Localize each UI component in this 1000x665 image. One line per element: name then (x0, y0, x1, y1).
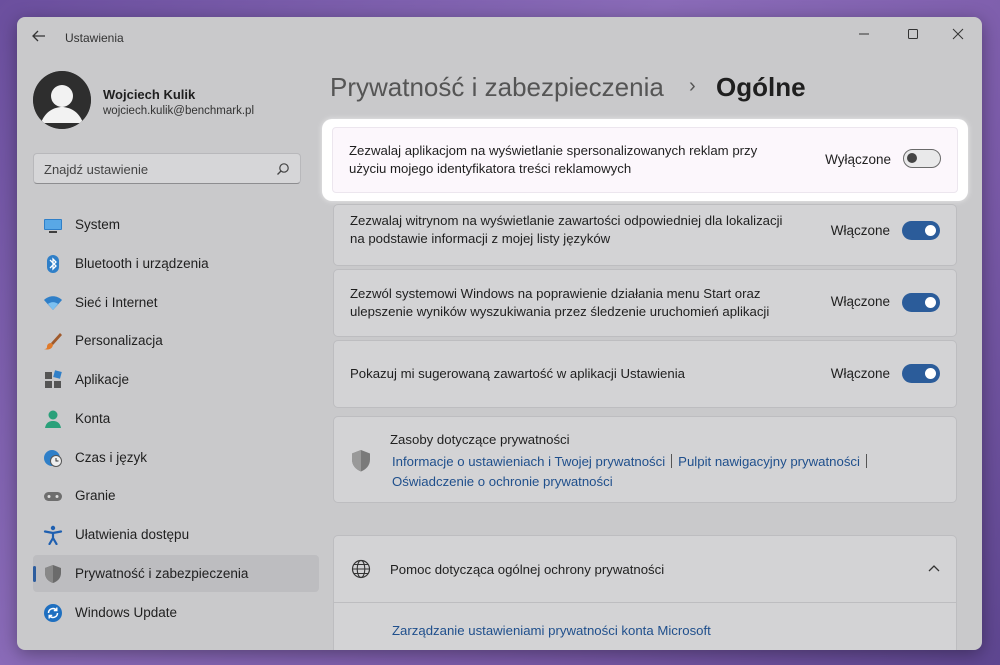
setting-card-personalized-ads[interactable]: Zezwalaj aplikacjom na wyświetlanie sper… (332, 127, 958, 193)
setting-description: Zezwól systemowi Windows na poprawienie … (350, 286, 770, 319)
sidebar-item-label: System (75, 217, 121, 232)
sidebar-item-label: Prywatność i zabezpieczenia (75, 565, 249, 581)
bluetooth-icon (47, 254, 59, 273)
minimize-icon (859, 33, 869, 35)
breadcrumb-parent[interactable]: Prywatność i zabezpieczenia (330, 72, 664, 103)
sidebar-item-network[interactable]: Sieć i Internet (33, 284, 319, 321)
search-icon (277, 163, 289, 175)
link-separator (671, 454, 673, 468)
toggle-switch[interactable] (903, 149, 941, 168)
sidebar-item-windows-update[interactable]: Windows Update (33, 594, 319, 631)
privacy-statement-link[interactable]: Oświadczenie o ochronie prywatności (392, 474, 613, 489)
title-bar: Ustawienia (17, 17, 982, 61)
sidebar-item-bluetooth[interactable]: Bluetooth i urządzenia (33, 245, 319, 282)
sidebar-item-accounts[interactable]: Konta (33, 400, 319, 437)
privacy-help-card: Pomoc dotycząca ogólnej ochrony prywatno… (333, 535, 957, 650)
person-icon (45, 410, 61, 428)
highlight-frame: Zezwalaj aplikacjom na wyświetlanie sper… (322, 119, 968, 201)
setting-description: Zezwalaj witrynom na wyświetlanie zawart… (350, 213, 783, 246)
privacy-dashboard-link[interactable]: Pulpit nawigacyjny prywatności (678, 454, 860, 469)
sidebar-item-label: Granie (75, 488, 116, 504)
close-icon (952, 28, 964, 40)
wifi-icon (44, 295, 62, 310)
sidebar-item-accessibility[interactable]: Ułatwienia dostępu (33, 516, 319, 553)
update-icon (44, 603, 62, 622)
search-input[interactable]: Znajdź ustawienie (33, 153, 301, 184)
close-button[interactable] (941, 23, 975, 45)
monitor-icon (44, 219, 62, 233)
toggle-switch[interactable] (902, 293, 940, 312)
page-title: Ogólne (716, 72, 806, 102)
sidebar-item-label: Personalizacja (75, 333, 163, 349)
minimize-button[interactable] (847, 23, 881, 45)
sidebar-item-label: Bluetooth i urządzenia (75, 255, 209, 271)
sidebar-item-label: Sieć i Internet (75, 294, 158, 310)
toggle-switch[interactable] (902, 364, 940, 383)
apps-icon (45, 370, 62, 389)
app-title: Ustawienia (65, 31, 124, 45)
setting-description: Zezwalaj aplikacjom na wyświetlanie sper… (349, 143, 758, 176)
shield-icon (352, 450, 370, 472)
setting-description: Pokazuj mi sugerowaną zawartość w aplika… (350, 366, 685, 381)
accessibility-icon (43, 525, 63, 546)
help-header[interactable]: Pomoc dotycząca ogólnej ochrony prywatno… (334, 536, 956, 602)
back-arrow-icon (32, 30, 45, 42)
sidebar-item-label: Aplikacje (75, 372, 130, 388)
microsoft-account-privacy-link[interactable]: Zarządzanie ustawieniami prywatności kon… (392, 623, 711, 638)
sidebar-item-gaming[interactable]: Granie (33, 477, 319, 514)
setting-status: Włączone (830, 366, 890, 381)
back-button[interactable] (27, 29, 51, 49)
brush-icon (44, 333, 62, 350)
maximize-icon (908, 29, 918, 39)
sidebar-item-system[interactable]: System (33, 206, 319, 243)
user-silhouette-icon (33, 71, 91, 129)
chevron-up-icon[interactable] (928, 564, 940, 574)
sidebar-item-privacy-security[interactable]: Prywatność i zabezpieczenia (33, 554, 319, 592)
avatar[interactable] (33, 71, 91, 129)
sidebar-item-label: Ułatwienia dostępu (75, 527, 190, 543)
setting-card-suggested-content[interactable]: Pokazuj mi sugerowaną zawartość w aplika… (333, 340, 957, 408)
settings-window: Ustawienia Wojciech Kulik wojciech.kulik… (17, 17, 982, 650)
user-name: Wojciech Kulik (103, 87, 196, 102)
sidebar-item-personalization[interactable]: Personalizacja (33, 322, 319, 359)
toggle-switch[interactable] (902, 221, 940, 240)
sidebar-item-label: Czas i język (75, 449, 148, 465)
sidebar-item-label: Windows Update (75, 604, 178, 620)
privacy-settings-info-link[interactable]: Informacje o ustawieniach i Twojej prywa… (392, 454, 665, 469)
sidebar-item-label: Konta (75, 410, 111, 426)
search-placeholder: Znajdź ustawienie (44, 162, 149, 177)
resources-title: Zasoby dotyczące prywatności (390, 432, 570, 447)
gamepad-icon (44, 492, 62, 502)
sidebar-item-time-language[interactable]: Czas i język (33, 439, 319, 476)
privacy-resources-card: Zasoby dotyczące prywatności Informacje … (333, 416, 957, 503)
sidebar-nav: System Bluetooth i urządzenia Sieć i Int… (33, 206, 319, 632)
shield-icon (45, 564, 61, 583)
setting-card-app-launch-tracking[interactable]: Zezwól systemowi Windows na poprawienie … (333, 269, 957, 337)
divider (334, 602, 956, 603)
breadcrumb-separator: › (689, 75, 696, 97)
setting-status: Włączone (830, 294, 890, 309)
link-separator (865, 454, 867, 468)
help-title: Pomoc dotycząca ogólnej ochrony prywatno… (390, 562, 665, 577)
setting-card-language-list[interactable]: Zezwalaj witrynom na wyświetlanie zawart… (333, 204, 957, 266)
user-email: wojciech.kulik@benchmark.pl (103, 105, 255, 117)
clock-globe-icon (44, 449, 62, 467)
maximize-button[interactable] (896, 23, 930, 45)
setting-status: Włączone (830, 223, 890, 238)
setting-status: Wyłączone (825, 152, 891, 167)
sidebar-item-apps[interactable]: Aplikacje (33, 361, 319, 398)
globe-icon (351, 559, 371, 579)
